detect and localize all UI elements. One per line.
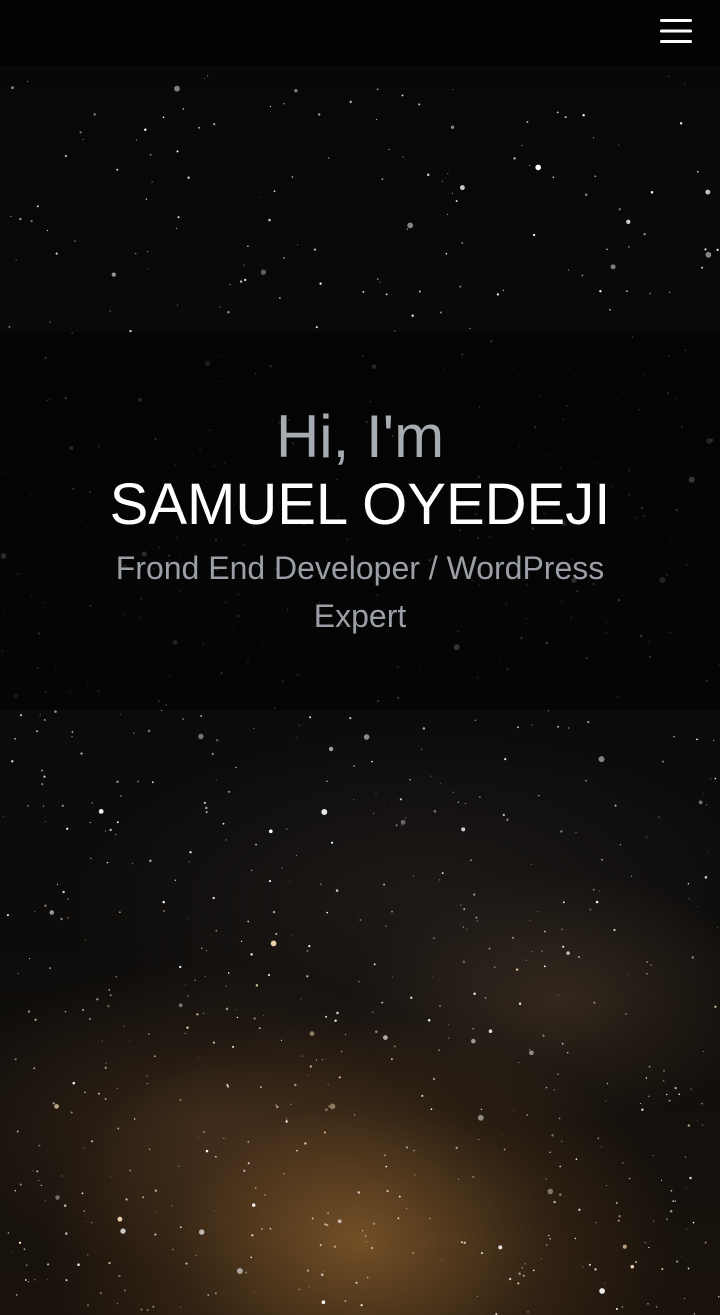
hero-role: Frond End Developer / WordPress Expert [115,550,605,634]
hero-intro-banner: Hi, I'm SAMUEL OYEDEJI Frond End Develop… [0,332,720,710]
menu-button[interactable] [660,16,692,46]
page: Hi, I'm SAMUEL OYEDEJI Frond End Develop… [0,0,720,1315]
hero-name: SAMUEL OYEDEJI [109,472,611,537]
hero-greeting: Hi, I'm [275,403,445,470]
hamburger-menu-icon [660,19,692,43]
top-navigation-bar [0,0,720,66]
